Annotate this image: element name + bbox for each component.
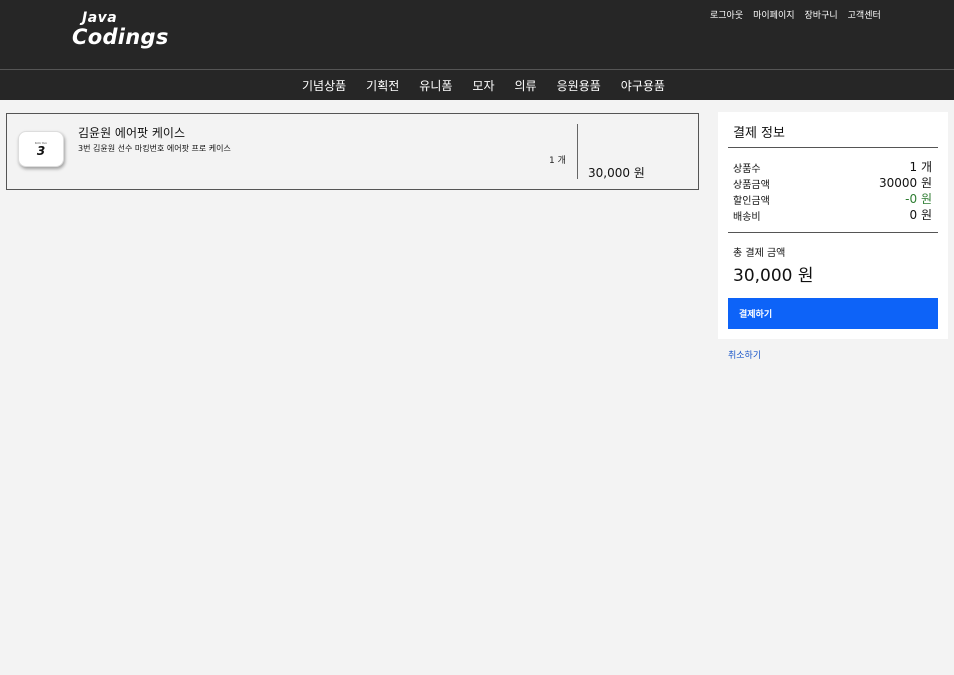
- site-header: Java Codings 로그아웃 마이페이지 장바구니 고객센터: [0, 0, 954, 69]
- cancel-link[interactable]: 취소하기: [728, 348, 761, 361]
- summary-value: 30000 원: [878, 176, 932, 190]
- summary-label: 상품금액: [733, 180, 770, 191]
- customer-center-link[interactable]: 고객센터: [848, 8, 881, 21]
- summary-divider: [728, 147, 938, 148]
- cart-item: Kim Yun 3 김윤원 에어팟 케이스 3번 김윤원 선수 마킹번호 에어팟…: [6, 113, 699, 190]
- summary-label: 할인금액: [733, 196, 770, 207]
- summary-label: 배송비: [733, 212, 761, 223]
- nav-item-caps[interactable]: 모자: [472, 77, 494, 94]
- main-nav: 기념상품 기획전 유니폼 모자 의류 응원용품 야구용품: [0, 69, 954, 100]
- thumbnail-player-number: 3: [36, 144, 46, 158]
- summary-label: 상품수: [733, 164, 761, 175]
- product-thumbnail[interactable]: Kim Yun 3: [18, 131, 64, 167]
- summary-title: 결제 정보: [733, 126, 785, 141]
- nav-item-apparel[interactable]: 의류: [515, 77, 537, 94]
- logout-link[interactable]: 로그아웃: [710, 8, 743, 21]
- payment-summary: 결제 정보 상품수 1 개 상품금액 30000 원 할인금액 -0 원 배송비…: [718, 112, 948, 339]
- total-amount: 30,000 원: [733, 266, 814, 286]
- utility-links: 로그아웃 마이페이지 장바구니 고객센터: [710, 8, 881, 21]
- cart-link[interactable]: 장바구니: [805, 8, 838, 21]
- item-divider: [577, 124, 578, 179]
- product-title[interactable]: 김윤원 에어팟 케이스: [78, 124, 185, 141]
- summary-value: 1 개: [909, 160, 933, 174]
- mypage-link[interactable]: 마이페이지: [753, 8, 794, 21]
- total-label: 총 결제 금액: [733, 248, 786, 259]
- nav-item-specials[interactable]: 기획전: [366, 77, 399, 94]
- nav-item-uniforms[interactable]: 유니폼: [419, 77, 452, 94]
- product-quantity: 1 개: [549, 156, 566, 166]
- summary-value: 0 원: [909, 208, 933, 222]
- nav-item-cheering-goods[interactable]: 응원용품: [557, 77, 601, 94]
- product-description: 3번 김윤원 선수 마킹번호 에어팟 프로 케이스: [78, 144, 231, 153]
- nav-item-souvenirs[interactable]: 기념상품: [302, 77, 346, 94]
- summary-value: -0 원: [905, 192, 932, 206]
- logo-bottom-text: Codings: [72, 25, 169, 49]
- site-logo[interactable]: Java Codings: [72, 10, 168, 54]
- summary-divider: [728, 232, 938, 233]
- nav-item-baseball-goods[interactable]: 야구용품: [621, 77, 665, 94]
- pay-button[interactable]: 결제하기: [728, 298, 938, 329]
- product-price: 30,000 원: [588, 166, 645, 180]
- logo-top-text: Java: [82, 10, 118, 26]
